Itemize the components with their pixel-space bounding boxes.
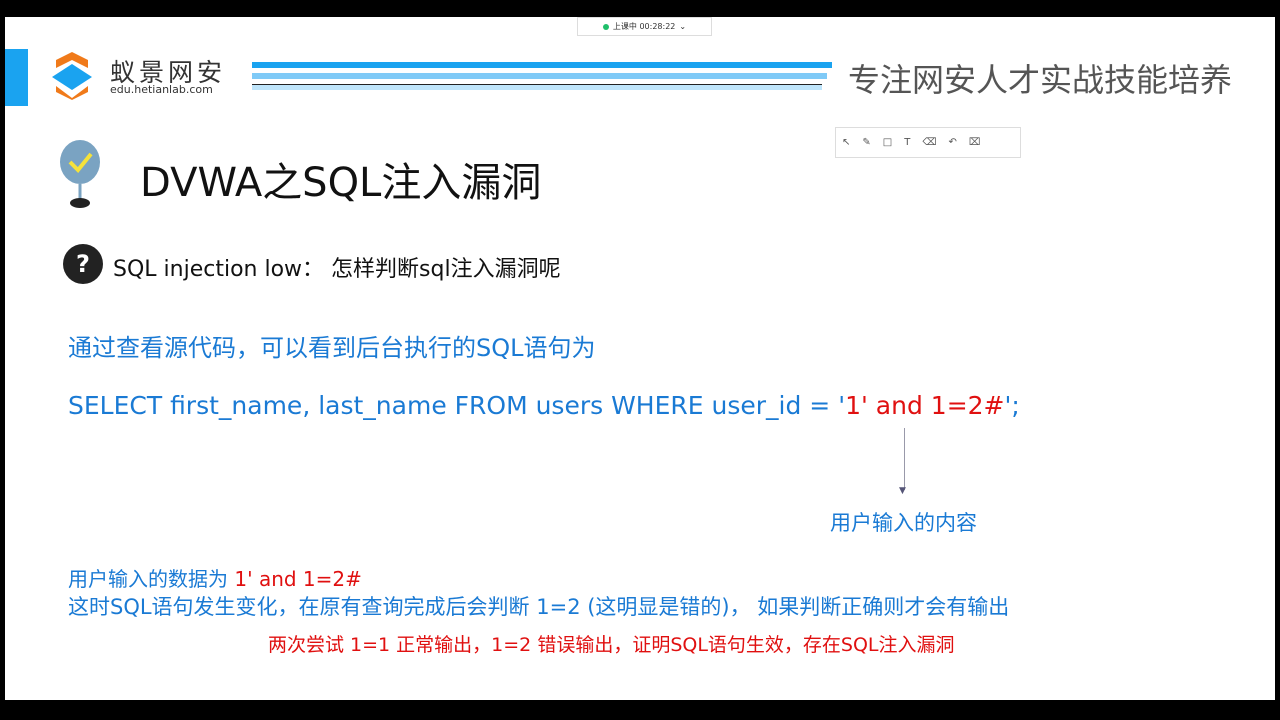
sql-user-input: 1' and 1=2# xyxy=(845,391,1005,420)
checkmark-pin-icon xyxy=(60,140,100,208)
annotation-arrow xyxy=(904,428,905,490)
clear-icon[interactable]: ⌧ xyxy=(969,137,981,148)
explanation: 这时SQL语句发生变化，在原有查询完成后会判断 1=2 (这明显是错的)， 如果… xyxy=(68,595,1010,619)
class-status-bar[interactable]: 上课中 00:28:22 ⌄ xyxy=(577,17,712,36)
arrowhead-icon: ▼ xyxy=(899,486,906,496)
eraser-icon[interactable]: ⌫ xyxy=(922,137,936,148)
pen-icon[interactable]: ✎ xyxy=(862,137,870,148)
live-dot-icon xyxy=(602,23,609,30)
annotation-toolbar: ↖ ✎ □ T ⌫ ↶ ⌧ xyxy=(835,127,1021,158)
chevron-down-icon[interactable]: ⌄ xyxy=(679,22,686,31)
conclusion: 两次尝试 1=1 正常输出，1=2 错误输出，证明SQL语句生效，存在SQL注入… xyxy=(268,634,955,656)
logo-url: edu.hetianlab.com xyxy=(110,83,213,96)
sql-suffix: '; xyxy=(1004,391,1020,420)
sql-statement: SELECT first_name, last_name FROM users … xyxy=(68,391,1020,420)
rectangle-icon[interactable]: □ xyxy=(883,137,892,148)
header-line xyxy=(252,84,822,90)
source-code-note: 通过查看源代码，可以看到后台执行的SQL语句为 xyxy=(68,334,596,362)
sql-prefix: SELECT first_name, last_name FROM users … xyxy=(68,391,846,420)
logo-icon xyxy=(52,52,92,100)
cursor-icon[interactable]: ↖ xyxy=(842,137,850,148)
question-icon: ? xyxy=(63,244,103,284)
input-value: 1' and 1=2# xyxy=(234,567,362,591)
page-title: DVWA之SQL注入漏洞 xyxy=(140,160,542,206)
accent-bar xyxy=(5,49,28,106)
input-data-line: 用户输入的数据为 1' and 1=2# xyxy=(68,563,362,592)
text-icon[interactable]: T xyxy=(904,137,910,148)
input-label: 用户输入的数据为 xyxy=(68,567,235,591)
annotation-label: 用户输入的内容 xyxy=(830,511,977,535)
status-text: 上课中 00:28:22 xyxy=(612,22,676,31)
header-line xyxy=(252,73,827,79)
undo-icon[interactable]: ↶ xyxy=(948,137,956,148)
subtitle: SQL injection low： 怎样判断sql注入漏洞呢 xyxy=(113,257,561,282)
header-line xyxy=(252,62,832,68)
slogan: 专注网安人才实战技能培养 xyxy=(848,61,1233,99)
